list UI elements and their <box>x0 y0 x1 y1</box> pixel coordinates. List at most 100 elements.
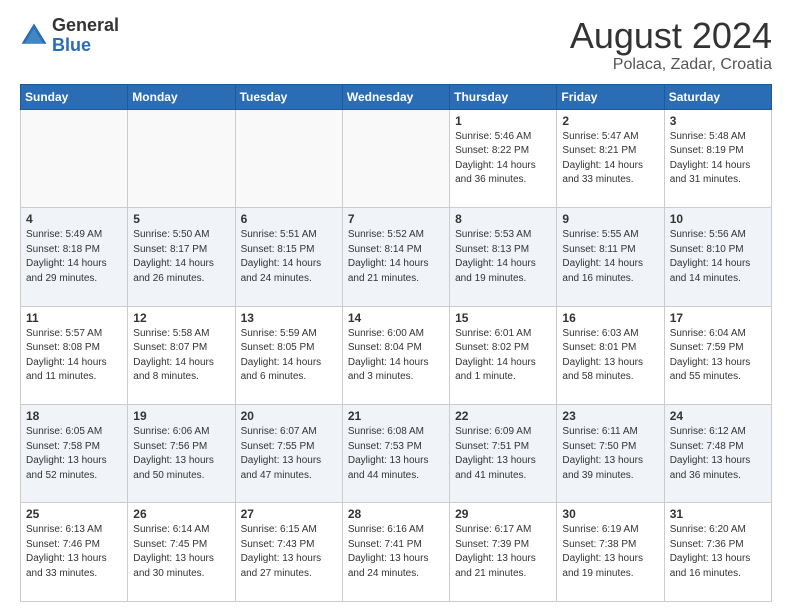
table-row: 25 Sunrise: 6:13 AM Sunset: 7:46 PM Dayli… <box>21 503 128 602</box>
calendar-week-row: 18 Sunrise: 6:05 AM Sunset: 7:58 PM Dayli… <box>21 405 772 503</box>
table-row: 7Sunrise: 5:52 AM Sunset: 8:14 PM Daylig… <box>342 208 449 306</box>
table-row: 18 Sunrise: 6:05 AM Sunset: 7:58 PM Dayli… <box>21 405 128 503</box>
table-row: 8Sunrise: 5:53 AM Sunset: 8:13 PM Daylig… <box>450 208 557 306</box>
calendar-week-row: 25 Sunrise: 6:13 AM Sunset: 7:46 PM Dayli… <box>21 503 772 602</box>
table-row: 2 Sunrise: 5:47 AM Sunset: 8:21 PM Daylig… <box>557 109 664 207</box>
table-row: 29 Sunrise: 6:17 AM Sunset: 7:39 PM Dayli… <box>450 503 557 602</box>
calendar-table: Sunday Monday Tuesday Wednesday Thursday… <box>20 84 772 602</box>
day-number: 18 <box>26 409 122 423</box>
col-wednesday: Wednesday <box>342 84 449 109</box>
day-info: Sunrise: 6:19 AM Sunset: 7:38 PM Dayligh… <box>562 523 658 581</box>
day-number: 9 <box>562 212 658 226</box>
col-saturday: Saturday <box>664 84 771 109</box>
table-row: 3Sunrise: 5:48 AM Sunset: 8:19 PM Daylig… <box>664 109 771 207</box>
day-info: Sunrise: 6:13 AM Sunset: 7:46 PM Dayligh… <box>26 523 122 581</box>
day-info: Sunrise: 5:58 AM Sunset: 8:07 PM Dayligh… <box>133 327 229 385</box>
day-number: 15 <box>455 311 551 325</box>
calendar-week-row: 1 Sunrise: 5:46 AM Sunset: 8:22 PM Daylig… <box>21 109 772 207</box>
day-info: Sunrise: 5:46 AM Sunset: 8:22 PM Dayligh… <box>455 130 551 188</box>
day-number: 11 <box>26 311 122 325</box>
day-info: Sunrise: 6:20 AM Sunset: 7:36 PM Dayligh… <box>670 523 766 581</box>
table-row: 22 Sunrise: 6:09 AM Sunset: 7:51 PM Dayli… <box>450 405 557 503</box>
day-info: Sunrise: 6:11 AM Sunset: 7:50 PM Dayligh… <box>562 425 658 483</box>
day-info: Sunrise: 5:55 AM Sunset: 8:11 PM Dayligh… <box>562 228 658 286</box>
day-info: Sunrise: 6:07 AM Sunset: 7:55 PM Dayligh… <box>241 425 337 483</box>
table-row: 10 Sunrise: 5:56 AM Sunset: 8:10 PM Dayli… <box>664 208 771 306</box>
day-info: Sunrise: 5:49 AM Sunset: 8:18 PM Dayligh… <box>26 228 122 286</box>
table-row <box>128 109 235 207</box>
calendar-week-row: 11 Sunrise: 5:57 AM Sunset: 8:08 PM Dayli… <box>21 306 772 404</box>
logo: General Blue <box>20 16 119 56</box>
day-number: 3 <box>670 114 766 128</box>
day-number: 31 <box>670 507 766 521</box>
day-number: 24 <box>670 409 766 423</box>
day-info: Sunrise: 6:04 AM Sunset: 7:59 PM Dayligh… <box>670 327 766 385</box>
table-row: 23 Sunrise: 6:11 AM Sunset: 7:50 PM Dayli… <box>557 405 664 503</box>
table-row: 30 Sunrise: 6:19 AM Sunset: 7:38 PM Dayli… <box>557 503 664 602</box>
day-info: Sunrise: 6:16 AM Sunset: 7:41 PM Dayligh… <box>348 523 444 581</box>
day-number: 14 <box>348 311 444 325</box>
day-info: Sunrise: 5:57 AM Sunset: 8:08 PM Dayligh… <box>26 327 122 385</box>
calendar-header-row: Sunday Monday Tuesday Wednesday Thursday… <box>21 84 772 109</box>
table-row: 6Sunrise: 5:51 AM Sunset: 8:15 PM Daylig… <box>235 208 342 306</box>
table-row: 11 Sunrise: 5:57 AM Sunset: 8:08 PM Dayli… <box>21 306 128 404</box>
table-row: 13Sunrise: 5:59 AM Sunset: 8:05 PM Dayli… <box>235 306 342 404</box>
day-number: 10 <box>670 212 766 226</box>
col-thursday: Thursday <box>450 84 557 109</box>
day-number: 13 <box>241 311 337 325</box>
day-info: Sunrise: 6:09 AM Sunset: 7:51 PM Dayligh… <box>455 425 551 483</box>
table-row <box>235 109 342 207</box>
day-number: 1 <box>455 114 551 128</box>
table-row: 16 Sunrise: 6:03 AM Sunset: 8:01 PM Dayli… <box>557 306 664 404</box>
day-info: Sunrise: 6:06 AM Sunset: 7:56 PM Dayligh… <box>133 425 229 483</box>
day-info: Sunrise: 6:05 AM Sunset: 7:58 PM Dayligh… <box>26 425 122 483</box>
day-number: 19 <box>133 409 229 423</box>
table-row: 12Sunrise: 5:58 AM Sunset: 8:07 PM Dayli… <box>128 306 235 404</box>
day-info: Sunrise: 6:08 AM Sunset: 7:53 PM Dayligh… <box>348 425 444 483</box>
day-info: Sunrise: 6:00 AM Sunset: 8:04 PM Dayligh… <box>348 327 444 385</box>
day-number: 2 <box>562 114 658 128</box>
day-info: Sunrise: 6:01 AM Sunset: 8:02 PM Dayligh… <box>455 327 551 385</box>
day-info: Sunrise: 5:47 AM Sunset: 8:21 PM Dayligh… <box>562 130 658 188</box>
table-row: 24Sunrise: 6:12 AM Sunset: 7:48 PM Dayli… <box>664 405 771 503</box>
day-number: 7 <box>348 212 444 226</box>
table-row: 9 Sunrise: 5:55 AM Sunset: 8:11 PM Daylig… <box>557 208 664 306</box>
table-row <box>342 109 449 207</box>
col-sunday: Sunday <box>21 84 128 109</box>
col-friday: Friday <box>557 84 664 109</box>
main-title: August 2024 <box>570 16 772 56</box>
day-number: 20 <box>241 409 337 423</box>
table-row: 20 Sunrise: 6:07 AM Sunset: 7:55 PM Dayli… <box>235 405 342 503</box>
day-info: Sunrise: 5:56 AM Sunset: 8:10 PM Dayligh… <box>670 228 766 286</box>
day-number: 22 <box>455 409 551 423</box>
day-number: 16 <box>562 311 658 325</box>
day-number: 29 <box>455 507 551 521</box>
day-number: 26 <box>133 507 229 521</box>
table-row: 4 Sunrise: 5:49 AM Sunset: 8:18 PM Daylig… <box>21 208 128 306</box>
col-monday: Monday <box>128 84 235 109</box>
day-info: Sunrise: 6:03 AM Sunset: 8:01 PM Dayligh… <box>562 327 658 385</box>
day-number: 27 <box>241 507 337 521</box>
day-number: 4 <box>26 212 122 226</box>
day-number: 21 <box>348 409 444 423</box>
page: General Blue August 2024 Polaca, Zadar, … <box>0 0 792 612</box>
logo-text: General Blue <box>52 16 119 56</box>
table-row: 26 Sunrise: 6:14 AM Sunset: 7:45 PM Dayli… <box>128 503 235 602</box>
table-row: 17 Sunrise: 6:04 AM Sunset: 7:59 PM Dayli… <box>664 306 771 404</box>
day-number: 5 <box>133 212 229 226</box>
table-row: 14 Sunrise: 6:00 AM Sunset: 8:04 PM Dayli… <box>342 306 449 404</box>
day-info: Sunrise: 6:14 AM Sunset: 7:45 PM Dayligh… <box>133 523 229 581</box>
day-number: 17 <box>670 311 766 325</box>
table-row: 1 Sunrise: 5:46 AM Sunset: 8:22 PM Daylig… <box>450 109 557 207</box>
table-row: 31 Sunrise: 6:20 AM Sunset: 7:36 PM Dayli… <box>664 503 771 602</box>
day-number: 30 <box>562 507 658 521</box>
day-info: Sunrise: 5:53 AM Sunset: 8:13 PM Dayligh… <box>455 228 551 286</box>
table-row: 28Sunrise: 6:16 AM Sunset: 7:41 PM Dayli… <box>342 503 449 602</box>
day-number: 23 <box>562 409 658 423</box>
day-info: Sunrise: 6:17 AM Sunset: 7:39 PM Dayligh… <box>455 523 551 581</box>
table-row: 21 Sunrise: 6:08 AM Sunset: 7:53 PM Dayli… <box>342 405 449 503</box>
day-info: Sunrise: 6:15 AM Sunset: 7:43 PM Dayligh… <box>241 523 337 581</box>
day-number: 25 <box>26 507 122 521</box>
table-row <box>21 109 128 207</box>
subtitle: Polaca, Zadar, Croatia <box>570 56 772 74</box>
